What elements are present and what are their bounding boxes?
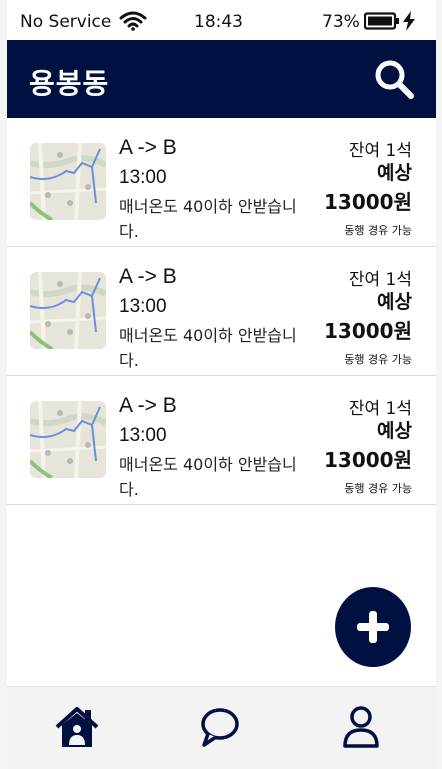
bottom-nav bbox=[7, 686, 436, 769]
carrier-label: No Service bbox=[20, 12, 112, 32]
route-label: A -> B bbox=[119, 394, 177, 417]
list-item[interactable]: A -> B 13:00 매너온도 40이하 안받습니다. 잔여 1석 예상 1… bbox=[7, 247, 436, 376]
expected-label: 예상 bbox=[377, 291, 412, 313]
ride-list: A -> B 13:00 매너온도 40이하 안받습니다. 잔여 1석 예상 1… bbox=[7, 118, 436, 505]
page-title: 용봉동 bbox=[29, 67, 110, 100]
app-screen: No Service 18:43 73% 용봉동 A -> B 13:00 매너… bbox=[7, 0, 436, 769]
price: 13000원 bbox=[324, 190, 412, 214]
plus-icon bbox=[357, 611, 389, 643]
listing-description: 매너온도 40이하 안받습니다. bbox=[119, 326, 297, 370]
price: 13000원 bbox=[324, 448, 412, 472]
map-thumbnail bbox=[30, 401, 106, 478]
battery-percent: 73% bbox=[322, 12, 360, 32]
list-item[interactable]: A -> B 13:00 매너온도 40이하 안받습니다. 잔여 1석 예상 1… bbox=[7, 376, 436, 505]
listing-description: 매너온도 40이하 안받습니다. bbox=[119, 455, 297, 499]
search-icon[interactable] bbox=[372, 57, 416, 101]
profile-icon[interactable] bbox=[337, 705, 385, 749]
route-label: A -> B bbox=[119, 265, 177, 288]
wifi-icon bbox=[119, 11, 147, 31]
add-ride-button[interactable] bbox=[335, 587, 411, 667]
listing-description: 매너온도 40이하 안받습니다. bbox=[119, 197, 297, 241]
via-option: 동행 경유 가능 bbox=[344, 482, 412, 495]
clock: 18:43 bbox=[194, 12, 243, 32]
via-option: 동행 경유 가능 bbox=[344, 224, 412, 237]
route-label: A -> B bbox=[119, 136, 177, 159]
departure-time: 13:00 bbox=[119, 296, 167, 317]
expected-label: 예상 bbox=[377, 420, 412, 442]
map-thumbnail bbox=[30, 143, 106, 220]
price: 13000원 bbox=[324, 319, 412, 343]
map-thumbnail bbox=[30, 272, 106, 349]
battery-icon bbox=[364, 12, 399, 30]
app-bar: 용봉동 bbox=[7, 40, 436, 118]
departure-time: 13:00 bbox=[119, 167, 167, 188]
list-item[interactable]: A -> B 13:00 매너온도 40이하 안받습니다. 잔여 1석 예상 1… bbox=[7, 118, 436, 247]
status-bar: No Service 18:43 73% bbox=[7, 0, 436, 40]
expected-label: 예상 bbox=[377, 162, 412, 184]
departure-time: 13:00 bbox=[119, 425, 167, 446]
via-option: 동행 경유 가능 bbox=[344, 353, 412, 366]
charging-bolt-icon bbox=[403, 11, 415, 31]
home-icon[interactable] bbox=[53, 705, 101, 749]
chat-icon[interactable] bbox=[196, 705, 244, 749]
